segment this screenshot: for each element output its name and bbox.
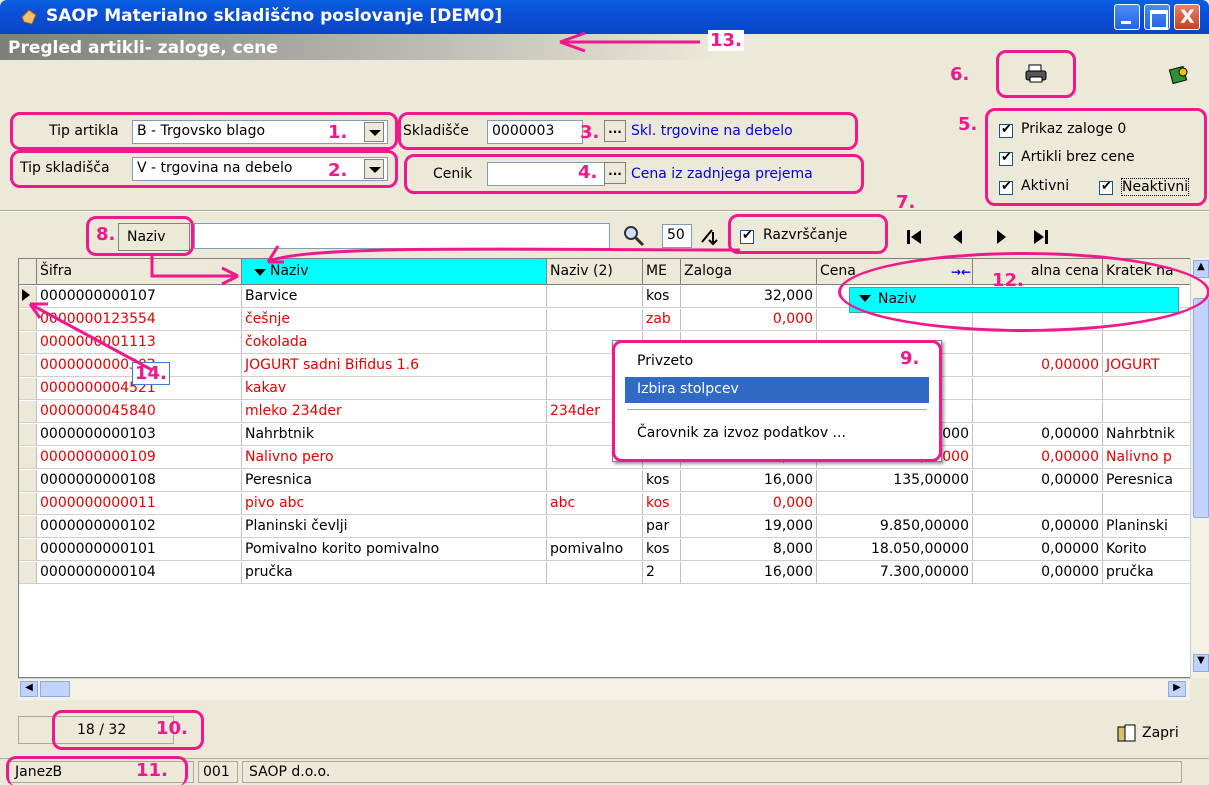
arrow-14 [29,302,153,372]
annotation-arrows [28,31,741,372]
arrow-8 [150,256,238,278]
arrow-7 [267,247,741,264]
